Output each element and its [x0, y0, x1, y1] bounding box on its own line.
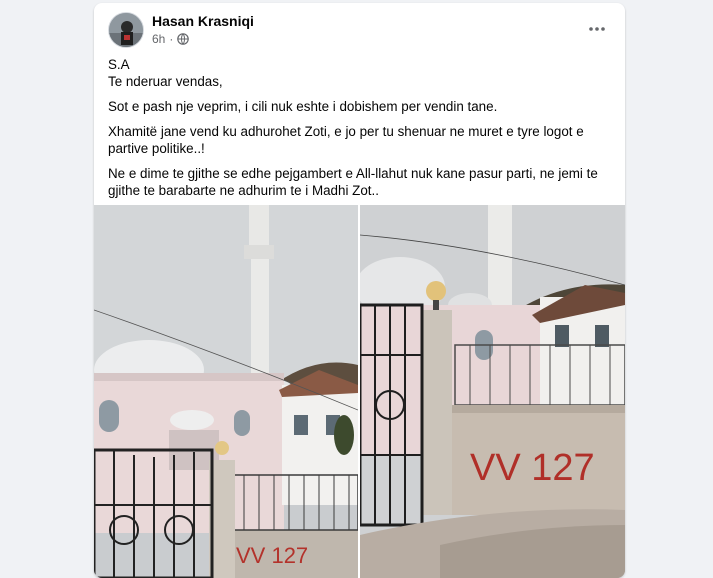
post-photo-mosque-front[interactable]: VV 127	[94, 205, 358, 578]
post-text: S.A Te nderuar vendas, Sot e pash nje ve…	[108, 56, 613, 207]
meta-separator: ·	[169, 32, 174, 46]
post-photos: VV 127 VV 127	[94, 205, 625, 578]
more-horizontal-icon[interactable]	[583, 18, 611, 40]
post-photo-mosque-wall[interactable]: VV 127	[360, 205, 625, 578]
avatar-image	[109, 13, 143, 47]
post-header: Hasan Krasniqi 6h ·	[94, 3, 625, 53]
globe-icon[interactable]	[177, 33, 190, 45]
post-timestamp[interactable]: 6h	[152, 32, 165, 46]
post-line-paragraph-3: Ne e dime te gjithe se edhe pejgambert e…	[108, 166, 598, 198]
post-line-paragraph-2: Xhamitë jane vend ku adhurohet Zoti, e j…	[108, 124, 584, 156]
post-line-salutation: Te nderuar vendas,	[108, 74, 223, 89]
graffiti-text-left: VV 127	[236, 543, 308, 568]
post-line-greeting: S.A	[108, 57, 130, 72]
post-meta: 6h ·	[152, 32, 190, 46]
post-line-paragraph-1: Sot e pash nje veprim, i cili nuk eshte …	[108, 99, 498, 114]
post-card: Hasan Krasniqi 6h · S.A Te nderuar venda…	[94, 3, 625, 578]
post-author-name[interactable]: Hasan Krasniqi	[152, 13, 254, 29]
avatar[interactable]	[108, 12, 144, 48]
graffiti-text-right: VV 127	[470, 447, 595, 489]
